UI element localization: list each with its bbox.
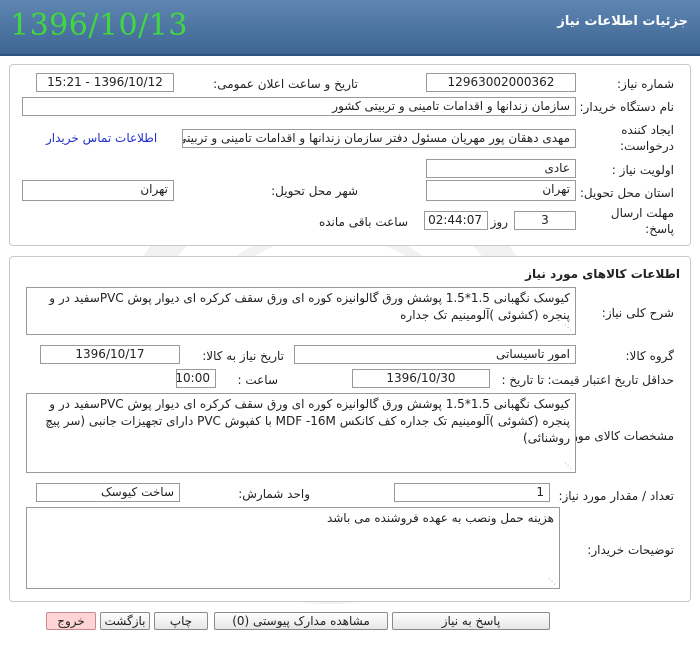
summary-textarea[interactable]: کیوسک نگهبانی 1.5*1.5 پوشش ورق گالوانیزه… (26, 287, 576, 335)
view-attachments-button[interactable]: مشاهده مدارک پیوستی (0) (214, 612, 388, 630)
resize-grip-icon[interactable]: ⋰ (564, 462, 572, 470)
province-field: تهران (426, 180, 576, 201)
specs-textarea[interactable]: کیوسک نگهبانی 1.5*1.5 پوشش ورق گالوانیزه… (26, 393, 576, 473)
to-date-label: تا تاریخ : (501, 373, 544, 387)
buyer-org-label: نام دستگاه خریدار: (579, 100, 675, 114)
need-number-label: شماره نیاز: (617, 77, 674, 91)
group-label: گروه کالا: (625, 349, 675, 363)
print-button[interactable]: چاپ (154, 612, 208, 630)
resize-grip-icon[interactable]: ⋰ (548, 578, 556, 586)
province-label: استان محل تحویل: (579, 186, 674, 200)
goods-section-title: اطلاعات کالاهای مورد نیاز (525, 267, 680, 281)
back-button[interactable]: بازگشت (100, 612, 150, 630)
qty-label: تعداد / مقدار مورد نیاز: (558, 489, 674, 503)
unit-field: ساخت کیوسک (36, 483, 180, 502)
creator-label-2: درخواست: (620, 139, 674, 153)
hour-label: ساعت : (237, 373, 278, 387)
exit-button[interactable]: خروج (46, 612, 96, 630)
city-field: تهران (22, 180, 174, 201)
hour-field: 10:00 (176, 369, 216, 388)
buyer-notes-label: توضیحات خریدار: (587, 543, 674, 557)
page-title: جزئیات اطلاعات نیاز (557, 14, 688, 29)
buyer-notes-textarea[interactable]: هزینه حمل ونصب به عهده فروشنده می باشد ⋰ (26, 507, 560, 589)
summary-label: شرح کلی نیاز: (601, 306, 674, 320)
buyer-contact-link[interactable]: اطلاعات تماس خریدار (46, 131, 157, 145)
qty-field: 1 (394, 483, 550, 502)
reply-button[interactable]: پاسخ به نیاز (392, 612, 550, 630)
priority-label: اولویت نیاز : (611, 163, 674, 177)
need-date-label: تاریخ نیاز به کالا: (202, 349, 284, 363)
resize-grip-icon[interactable]: ⋰ (564, 324, 572, 332)
to-date-field: 1396/10/30 (352, 369, 490, 388)
remaining-word: ساعت باقی مانده (318, 215, 408, 229)
buyer-org-field: سازمان زندانها و اقدامات تامینی و تربیتی… (22, 97, 576, 116)
goods-info-panel: اطلاعات کالاهای مورد نیاز شرح کلی نیاز: … (9, 256, 691, 602)
deadline-days-field: 3 (514, 211, 576, 230)
need-number-field: 12963002000362 (426, 73, 576, 92)
unit-label: واحد شمارش: (238, 487, 310, 501)
city-label: شهر محل تحویل: (271, 184, 358, 198)
announce-field: 1396/10/12 - 15:21 (36, 73, 174, 92)
min-validity-label: حداقل تاریخ اعتبار قیمت: (547, 373, 674, 387)
deadline-time-field: 02:44:07 (424, 211, 488, 230)
group-field: امور تاسیساتی (294, 345, 576, 364)
announce-label: تاریخ و ساعت اعلان عمومی: (213, 77, 358, 91)
deadline-label-2: پاسخ: (645, 222, 674, 236)
creator-label-1: ایجاد کننده (621, 123, 674, 137)
page-header: جزئیات اطلاعات نیاز 1396/10/13 (0, 0, 700, 56)
creator-field: مهدی دهقان پور مهریان مسئول دفتر سازمان … (182, 129, 576, 148)
need-info-panel: شماره نیاز: 12963002000362 تاریخ و ساعت … (9, 64, 691, 246)
deadline-label-1: مهلت ارسال (610, 206, 674, 220)
priority-field: عادی (426, 159, 576, 178)
header-date: 1396/10/13 (10, 8, 188, 43)
need-date-field: 1396/10/17 (40, 345, 180, 364)
